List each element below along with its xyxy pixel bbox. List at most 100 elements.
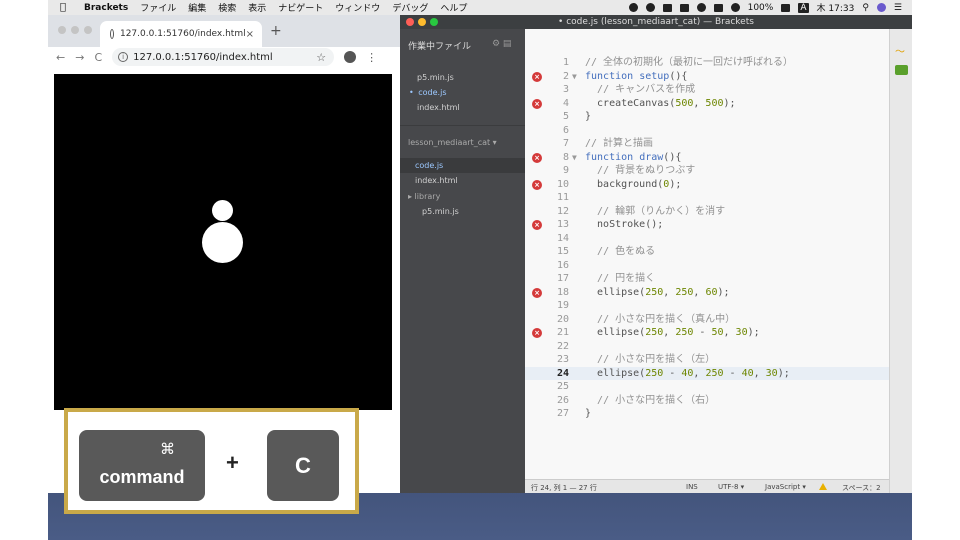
code-line[interactable]: 25 [525,380,889,394]
code-line[interactable]: 9 // 背景をぬりつぶす [525,164,889,178]
working-file-p5[interactable]: p5.min.js [417,73,454,82]
code-line[interactable]: × 18 ellipse(250, 250, 60); [525,286,889,300]
code-line[interactable]: × 4 createCanvas(500, 500); [525,97,889,111]
code-text[interactable]: } [585,407,591,421]
code-line[interactable]: × 10 background(0); [525,178,889,192]
new-tab-button[interactable]: + [270,23,282,39]
code-line[interactable]: × 21 ellipse(250, 250 - 50, 30); [525,326,889,340]
code-text[interactable]: // 輪郭（りんかく）を消す [585,205,725,219]
code-line[interactable]: 6 [525,124,889,138]
battery-icon[interactable] [781,3,791,12]
code-line[interactable]: × 13 noStroke(); [525,218,889,232]
code-text[interactable]: // 全体の初期化（最初に一回だけ呼ばれる） [585,56,793,70]
siri-icon[interactable] [876,3,886,12]
code-line[interactable]: 1 // 全体の初期化（最初に一回だけ呼ばれる） [525,56,889,70]
code-text[interactable]: // 計算と描画 [585,137,653,151]
code-text[interactable]: ellipse(250, 250, 60); [585,286,730,300]
editor-minimize-button[interactable] [418,18,426,26]
indent-setting[interactable]: スペース：2 [842,483,881,493]
back-arrow-icon[interactable]: ← [56,51,65,64]
cloud-icon[interactable] [696,3,706,12]
bookmark-star-icon[interactable]: ☆ [316,51,326,64]
code-line[interactable]: 15 // 色をぬる [525,245,889,259]
tree-folder-library[interactable]: ▸ library [408,192,440,201]
lint-error-icon[interactable]: × [532,71,542,82]
editor-close-button[interactable] [406,18,414,26]
tab-close-icon[interactable]: × [246,29,254,40]
reload-icon[interactable]: C [94,51,102,64]
spotlight-icon[interactable]: ⚲ [862,3,869,13]
project-dropdown[interactable]: lesson_mediaart_cat ▾ [408,138,497,147]
code-text[interactable]: // 小さな円を描く（真ん中） [585,313,735,327]
code-line[interactable]: 7 // 計算と描画 [525,137,889,151]
sidebar-settings-icon[interactable]: ⚙ ▤ [492,39,511,49]
code-line[interactable]: 3 // キャンバスを作成 [525,83,889,97]
forward-arrow-icon[interactable]: → [75,51,84,64]
code-line[interactable]: 20 // 小さな円を描く（真ん中） [525,313,889,327]
code-text[interactable]: createCanvas(500, 500); [585,97,736,111]
language-select[interactable]: JavaScript ▾ [765,483,806,491]
menu-navigate[interactable]: ナビゲート [278,1,323,14]
code-text[interactable]: function draw(){ [585,151,681,165]
code-line[interactable]: × 2 ▼ function setup(){ [525,70,889,84]
live-preview-icon[interactable]: 〜 [895,43,908,58]
wifi-icon[interactable] [730,3,740,12]
encoding-select[interactable]: UTF-8 ▾ [718,483,744,491]
code-line[interactable]: 11 [525,191,889,205]
address-bar[interactable]: i 127.0.0.1:51760/index.html ☆ [112,48,335,66]
editor-zoom-button[interactable] [430,18,438,26]
code-line[interactable]: 14 [525,232,889,246]
menu-app-name[interactable]: Brackets [84,3,128,13]
account-icon[interactable] [344,51,357,63]
code-text[interactable]: // 小さな円を描く（左） [585,353,715,367]
code-line[interactable]: 24 ellipse(250 - 40, 250 - 40, 30); [525,366,889,381]
menu-help[interactable]: ヘルプ [440,1,467,14]
notification-center-icon[interactable]: ☰ [894,3,902,13]
code-text[interactable]: ellipse(250 - 40, 250 - 40, 30); [585,367,790,381]
lint-error-icon[interactable]: × [532,220,542,230]
fold-toggle-icon[interactable]: ▼ [572,70,577,84]
code-line[interactable]: 17 // 円を描く [525,272,889,286]
code-text[interactable]: // 円を描く [585,272,655,286]
code-text[interactable]: noStroke(); [585,218,663,232]
menu-debug[interactable]: デバッグ [392,1,428,14]
accessibility-icon[interactable] [645,3,655,12]
lint-error-icon[interactable]: × [532,98,542,109]
extension-manager-icon[interactable] [895,65,908,75]
code-text[interactable]: } [585,110,591,124]
lint-error-icon[interactable]: × [532,179,542,190]
apple-menu-icon[interactable]:  [60,2,74,13]
tree-file-p5[interactable]: p5.min.js [422,207,459,216]
code-editor[interactable]: 1// 全体の初期化（最初に一回だけ呼ばれる） × 2 ▼ function setup… [525,29,889,484]
bluetooth-icon[interactable] [713,3,723,12]
lint-error-icon[interactable]: × [532,152,542,163]
code-line[interactable]: 5} [525,110,889,124]
document-icon[interactable] [679,3,689,12]
code-text[interactable]: // 色をぬる [585,245,655,259]
address-url[interactable]: 127.0.0.1:51760/index.html [133,52,273,63]
code-text[interactable]: ellipse(250, 250 - 50, 30); [585,326,760,340]
input-mode[interactable]: A [798,2,809,13]
record-icon[interactable] [628,3,638,12]
code-text[interactable]: // 小さな円を描く（右） [585,394,715,408]
code-line[interactable]: 19 [525,299,889,313]
zoom-window-button[interactable] [84,26,92,34]
code-text[interactable]: // キャンバスを作成 [585,83,695,97]
code-line[interactable]: 27} [525,407,889,421]
code-line[interactable]: 23 // 小さな円を描く（左） [525,353,889,367]
lint-error-icon[interactable]: × [532,287,542,298]
p5-canvas[interactable] [54,74,392,410]
menu-edit[interactable]: 編集 [188,1,206,14]
warning-icon[interactable] [819,483,827,490]
ins-mode[interactable]: INS [686,483,698,491]
code-text[interactable]: // 背景をぬりつぶす [585,164,695,178]
code-text[interactable]: background(0); [585,178,681,192]
clipboard-icon[interactable] [662,3,672,12]
menu-view[interactable]: 表示 [248,1,266,14]
lint-error-icon[interactable]: × [532,328,542,338]
menu-window[interactable]: ウィンドウ [335,1,380,14]
close-window-button[interactable] [58,26,66,34]
working-file-index[interactable]: index.html [417,103,460,112]
code-line[interactable]: 26 // 小さな円を描く（右） [525,394,889,408]
menu-file[interactable]: ファイル [140,1,176,14]
